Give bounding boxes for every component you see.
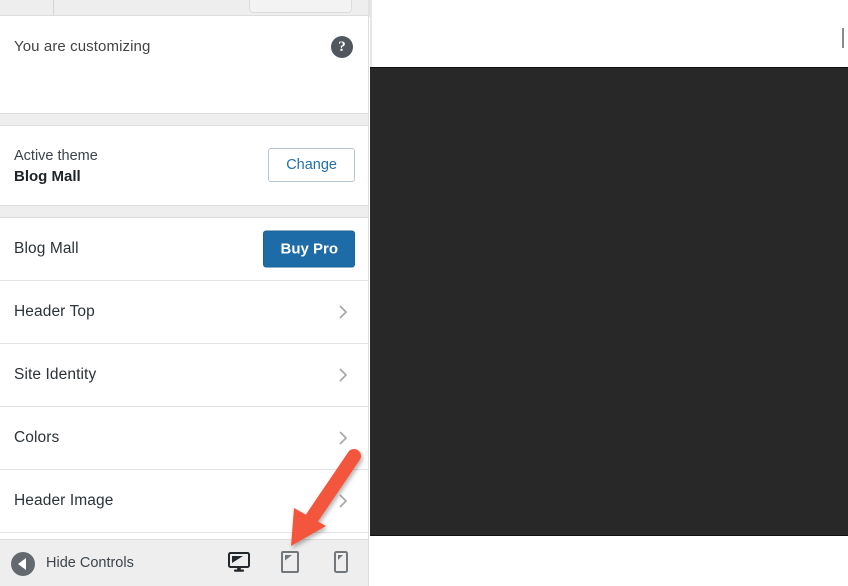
mobile-device-button[interactable] xyxy=(327,550,354,577)
chevron-right-icon xyxy=(337,431,350,445)
collapse-triangle xyxy=(18,558,26,570)
chevron-right-icon xyxy=(337,494,350,508)
section-row-header-top[interactable]: Header Top xyxy=(0,281,368,344)
section-label-blog-mall: Blog Mall xyxy=(14,240,79,257)
desktop-device-button[interactable] xyxy=(225,550,252,577)
chevron-right-icon xyxy=(337,305,350,319)
section-label-colors: Colors xyxy=(14,429,60,446)
chevron-right-icon xyxy=(337,368,350,382)
section-row-header-image[interactable]: Header Image xyxy=(0,470,368,533)
divider-band-theme xyxy=(0,114,368,126)
section-label-header-image: Header Image xyxy=(14,492,114,509)
active-theme-name: Blog Mall xyxy=(14,168,81,185)
preview-edge-mark xyxy=(842,28,846,48)
site-preview-pane[interactable] xyxy=(370,0,848,586)
customizer-footer: Hide Controls xyxy=(0,539,369,586)
tablet-icon xyxy=(280,551,299,576)
section-label-header-top: Header Top xyxy=(14,303,95,320)
buy-pro-button[interactable]: Buy Pro xyxy=(263,230,355,268)
hide-controls-label[interactable]: Hide Controls xyxy=(46,555,134,571)
preview-dark-band xyxy=(370,67,848,536)
customizer-header: You are customizing ? xyxy=(0,17,368,114)
admin-bar-pill[interactable] xyxy=(249,0,352,13)
desktop-icon xyxy=(227,552,250,575)
admin-bar-strip xyxy=(0,0,370,16)
section-row-colors[interactable]: Colors xyxy=(0,407,368,470)
customizer-section-list: Blog Mall Buy Pro Header Top Site Identi… xyxy=(0,218,368,533)
preview-left-gutter xyxy=(370,0,372,67)
mobile-icon xyxy=(333,551,348,576)
active-theme-row: Active theme Blog Mall Change xyxy=(0,126,368,206)
admin-bar-divider xyxy=(53,0,54,15)
device-preview-group xyxy=(225,550,354,577)
section-label-site-identity: Site Identity xyxy=(14,366,97,383)
change-theme-button[interactable]: Change xyxy=(268,148,355,182)
active-theme-label: Active theme xyxy=(14,148,98,164)
tablet-device-button[interactable] xyxy=(276,550,303,577)
page-title: You are customizing xyxy=(14,38,151,55)
customizer-sidebar: You are customizing ? Active theme Blog … xyxy=(0,17,369,586)
section-row-blog-mall[interactable]: Blog Mall Buy Pro xyxy=(0,218,368,281)
divider-band-sections xyxy=(0,206,368,218)
collapse-left-icon[interactable] xyxy=(11,552,35,576)
screen: You are customizing ? Active theme Blog … xyxy=(0,0,848,586)
help-icon[interactable]: ? xyxy=(331,36,353,58)
section-row-site-identity[interactable]: Site Identity xyxy=(0,344,368,407)
